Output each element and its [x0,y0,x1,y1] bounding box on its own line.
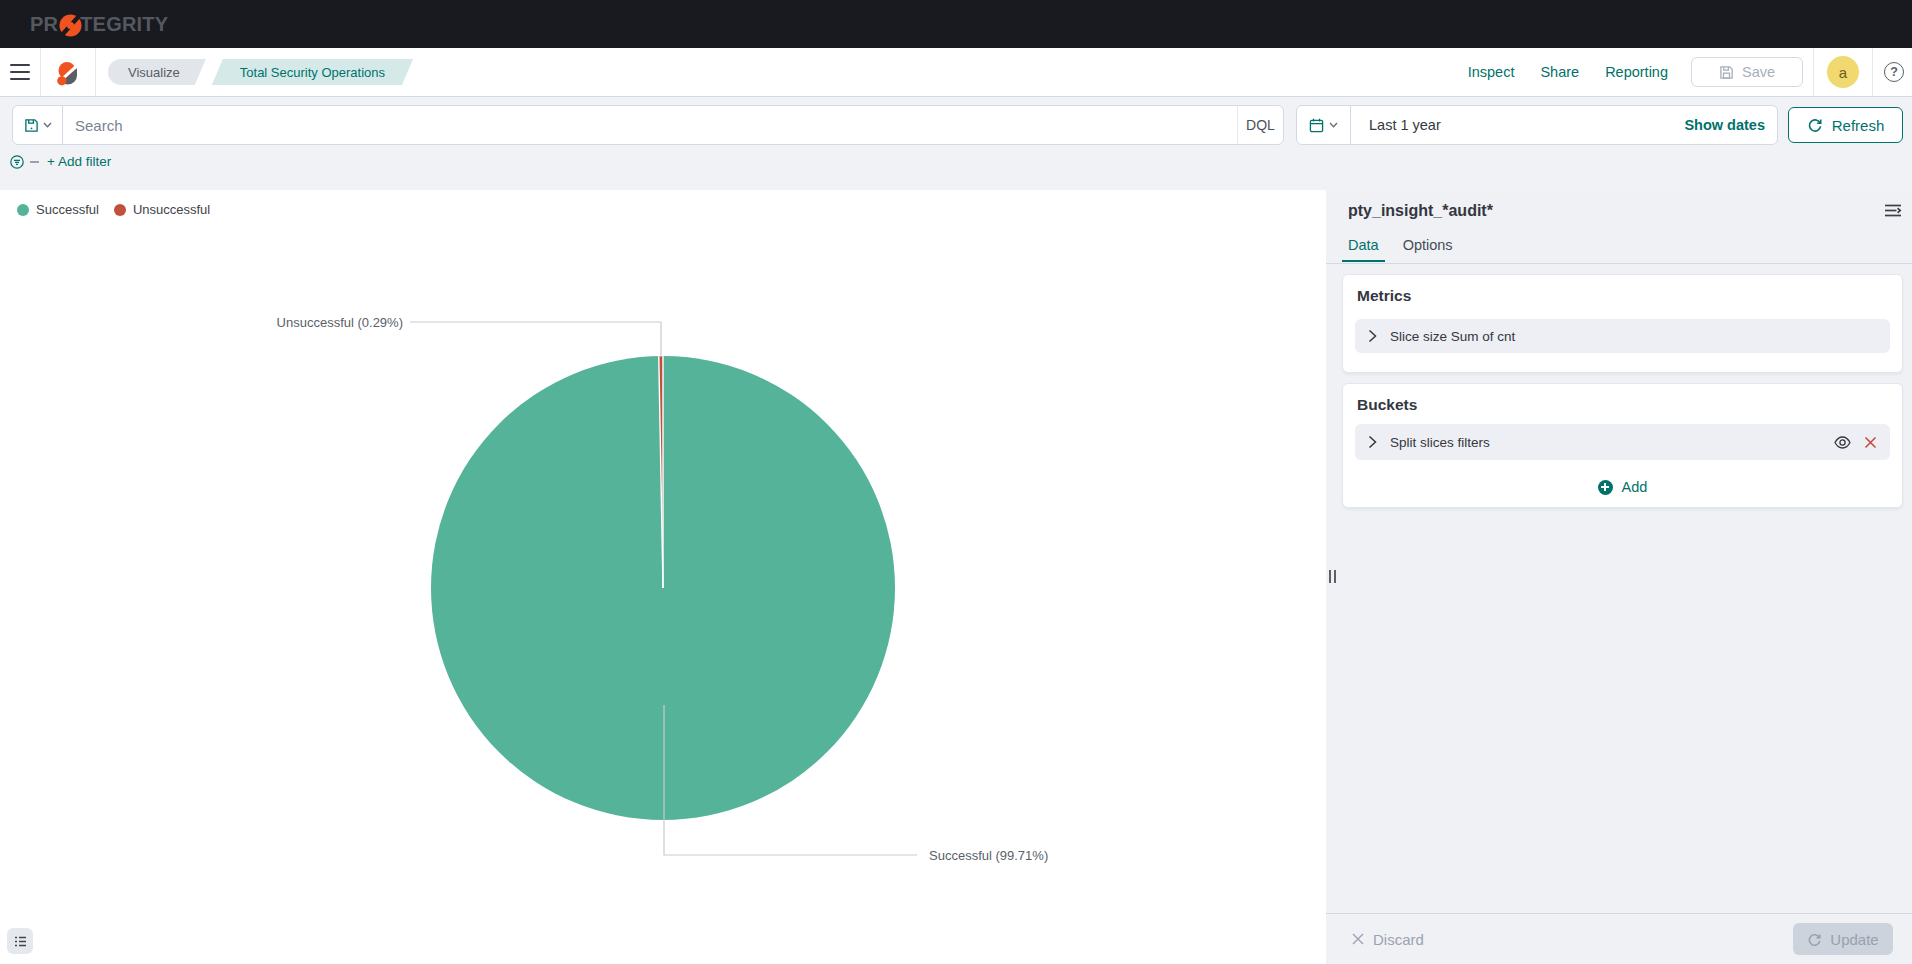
divider [1326,263,1912,264]
divider [1813,48,1814,96]
share-link[interactable]: Share [1540,64,1579,80]
metric-slice-size-row[interactable]: Slice size Sum of cnt [1355,319,1890,353]
pie-chart: Unsuccessful (0.29%) Successful (99.71%) [0,190,1326,964]
brand-header: PR TEGRITY [0,0,1912,48]
metrics-heading: Metrics [1357,287,1902,305]
time-range-value[interactable]: Last 1 year [1351,117,1684,133]
legend-toggle-button[interactable] [7,928,33,954]
user-avatar[interactable]: a [1827,56,1859,88]
metric-row-label: Slice size Sum of cnt [1390,329,1515,344]
divider [1872,48,1873,96]
refresh-button[interactable]: Refresh [1788,107,1903,143]
legend-item-successful[interactable]: Successful [17,202,99,217]
app-logo-icon[interactable] [55,61,81,87]
legend-dot-unsuccessful [114,204,126,216]
nav-actions: Inspect Share Reporting Save a ? [1455,48,1912,96]
save-label: Save [1742,64,1775,80]
legend-label: Unsuccessful [133,202,210,217]
filter-dash [30,161,39,163]
label-leader-line [410,322,661,357]
save-button[interactable]: Save [1691,57,1803,87]
search-input[interactable]: Search [63,117,1237,134]
divider [95,48,96,96]
bucket-split-slices-row[interactable]: Split slices filters [1355,424,1890,460]
tab-data[interactable]: Data [1342,237,1385,262]
plus-icon [1598,480,1613,495]
legend-dot-successful [17,204,29,216]
chevron-down-icon [43,122,52,128]
save-icon [1719,65,1734,80]
add-bucket-button[interactable]: Add [1343,474,1902,500]
chevron-right-icon [1368,435,1377,449]
pie-label-unsuccessful: Unsuccessful (0.29%) [277,315,403,330]
filter-icon [10,155,24,169]
help-icon[interactable]: ? [1884,62,1904,82]
show-dates-button[interactable]: Show dates [1684,117,1777,133]
saved-query-menu-button[interactable] [13,106,63,144]
breadcrumb-current-visualization: Total Security Operations [212,59,413,85]
breadcrumbs: Visualize Total Security Operations [108,59,413,85]
menu-hamburger-icon[interactable] [0,48,40,96]
refresh-label: Refresh [1832,117,1885,134]
remove-x-icon[interactable] [1864,436,1877,449]
bucket-row-label: Split slices filters [1390,435,1490,450]
update-label: Update [1830,931,1878,948]
search-box: Search DQL [12,105,1284,145]
discard-label: Discard [1373,931,1424,948]
logo-text-post: TEGRITY [80,13,168,36]
chart-legend: Successful Unsuccessful [17,202,225,217]
discard-button[interactable]: Discard [1352,931,1424,948]
protegrity-logo-icon [59,14,79,34]
chevron-right-icon [1368,329,1377,343]
inspect-link[interactable]: Inspect [1468,64,1515,80]
add-filter-button[interactable]: + Add filter [47,154,111,169]
sidebar-footer: Discard Update [1326,913,1912,964]
list-icon [14,935,27,948]
collapse-sidebar-icon[interactable] [1884,203,1903,222]
vis-editor-sidebar: pty_insight_*audit* Data Options Metrics… [1326,190,1912,964]
panel-resize-handle[interactable] [1329,570,1336,583]
buckets-heading: Buckets [1357,396,1902,414]
date-picker: Last 1 year Show dates [1296,105,1778,145]
logo-text-pre: PR [30,13,58,36]
filter-bar: + Add filter [10,154,111,169]
reporting-link[interactable]: Reporting [1605,64,1668,80]
refresh-icon [1807,117,1823,133]
date-quick-menu-button[interactable] [1297,106,1351,144]
metrics-card: Metrics Slice size Sum of cnt [1342,274,1903,373]
sidebar-tabs: Data Options [1342,237,1459,262]
query-bar: Search DQL Last 1 year Show dates Refres… [0,97,1912,190]
close-x-icon [1352,933,1364,945]
add-label: Add [1622,479,1648,495]
saved-query-icon [24,118,39,133]
app-nav-bar: Visualize Total Security Operations Insp… [0,48,1912,97]
buckets-card: Buckets Split slices filters Add [1342,383,1903,508]
tab-options[interactable]: Options [1397,237,1459,262]
refresh-icon [1807,932,1822,947]
visualization-area: Successful Unsuccessful Unsuccessful (0.… [0,190,1326,964]
legend-item-unsuccessful[interactable]: Unsuccessful [114,202,210,217]
index-pattern-title: pty_insight_*audit* [1348,202,1493,220]
chevron-down-icon [1329,122,1338,128]
legend-label: Successful [36,202,99,217]
calendar-icon [1309,118,1324,133]
breadcrumb-visualize[interactable]: Visualize [108,59,206,85]
protegrity-logo: PR TEGRITY [30,13,168,36]
query-language-button[interactable]: DQL [1237,106,1283,144]
divider [40,48,41,96]
eye-icon[interactable] [1834,436,1851,449]
update-button[interactable]: Update [1793,923,1893,955]
pie-label-successful: Successful (99.71%) [929,848,1048,863]
